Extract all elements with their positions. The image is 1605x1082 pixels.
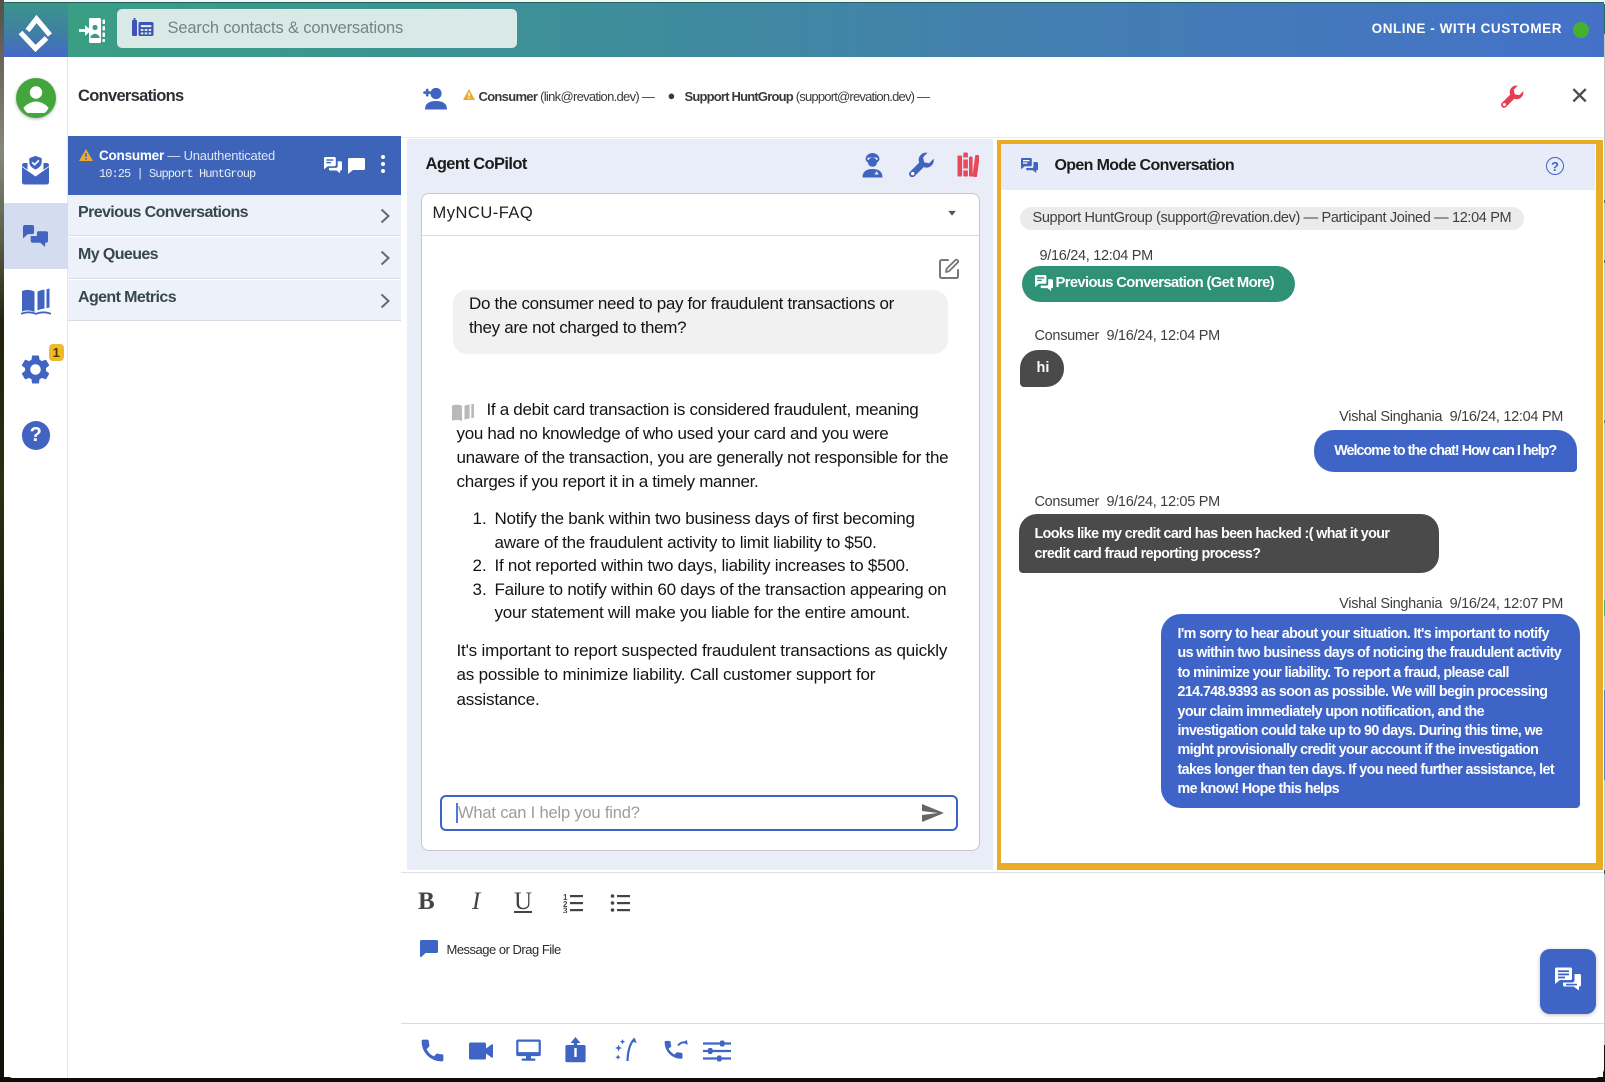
svg-text:3: 3 [563, 906, 568, 913]
